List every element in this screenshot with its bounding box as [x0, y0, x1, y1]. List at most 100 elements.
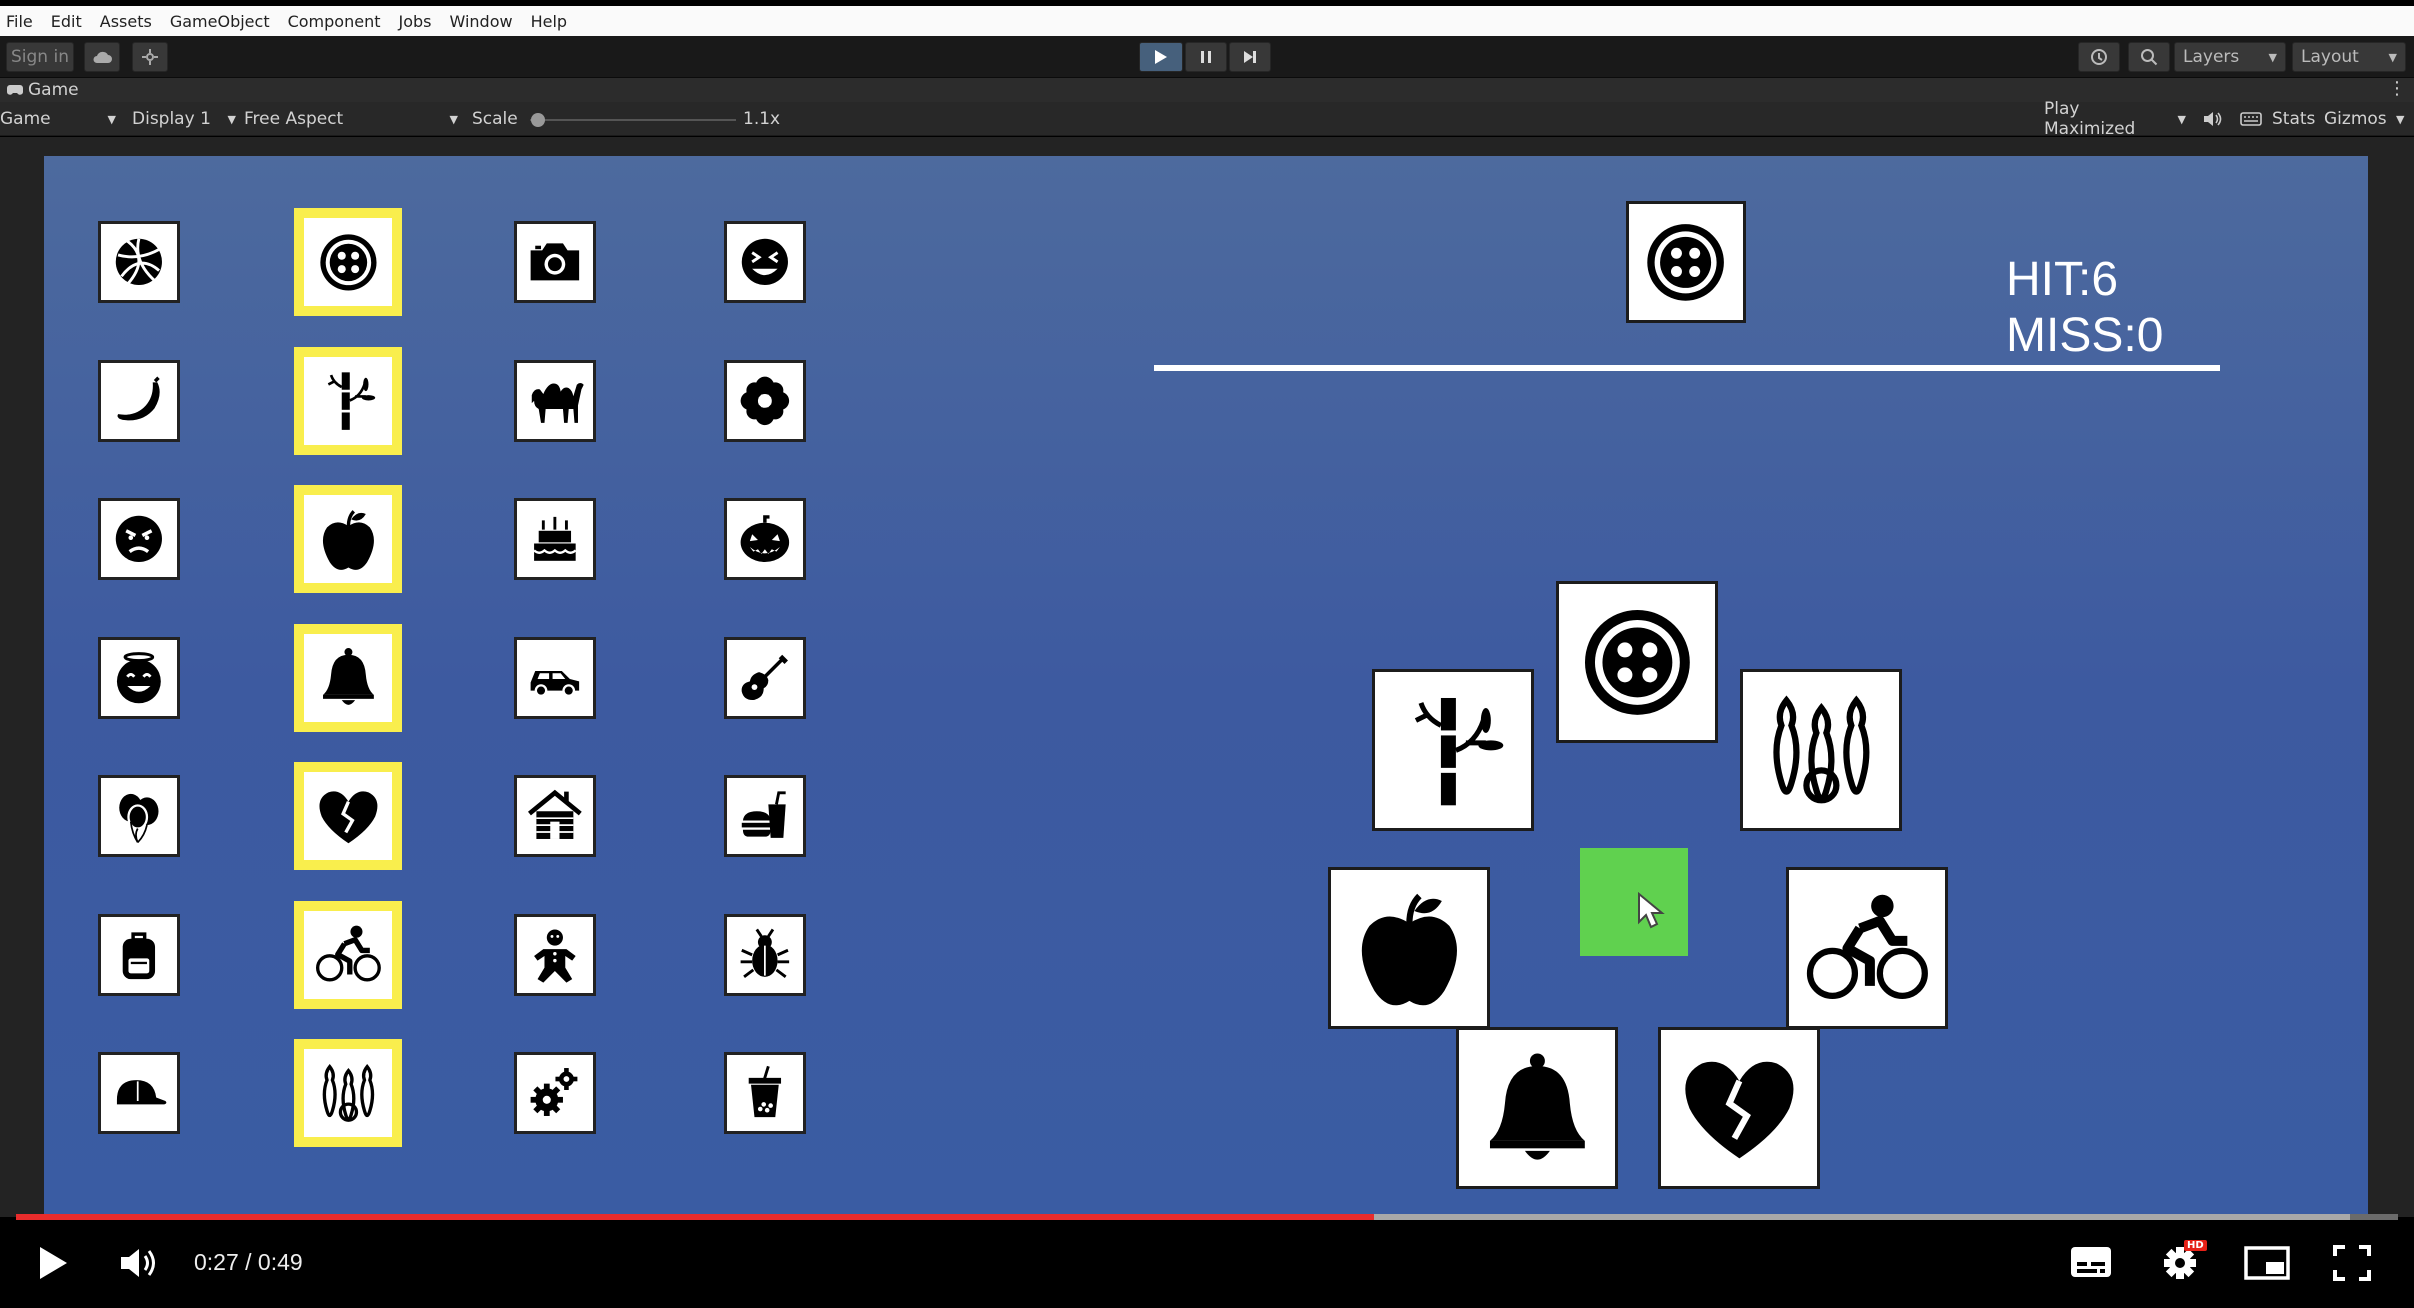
- ring-tile[interactable]: [1556, 581, 1718, 743]
- scale-slider-track[interactable]: [530, 119, 736, 121]
- banana-icon: [110, 372, 168, 430]
- apple-icon: [1347, 886, 1472, 1011]
- tab-game-label: Game: [28, 80, 79, 100]
- pause-button[interactable]: [1185, 42, 1227, 72]
- menu-gameobject[interactable]: GameObject: [164, 12, 282, 31]
- stats-button[interactable]: Stats: [2272, 107, 2315, 131]
- grid-tile[interactable]: [514, 1052, 596, 1134]
- grid-tile[interactable]: [724, 359, 806, 442]
- grid-tile[interactable]: [514, 913, 596, 996]
- scale-slider-handle[interactable]: [531, 113, 545, 127]
- cake-icon: [526, 510, 584, 568]
- step-button[interactable]: [1229, 42, 1271, 72]
- keyboard-icon[interactable]: [2240, 107, 2262, 131]
- scale-value: 1.1x: [743, 109, 781, 129]
- volume-icon[interactable]: [118, 1244, 158, 1286]
- grid-tile[interactable]: [514, 221, 596, 303]
- subtitles-icon[interactable]: [2070, 1246, 2112, 1282]
- bamboo-icon: [1391, 688, 1516, 813]
- menu-assets[interactable]: Assets: [94, 12, 164, 31]
- chevron-down-icon: ▼: [449, 112, 458, 126]
- grid-tile[interactable]: [724, 1052, 806, 1134]
- grid-tile[interactable]: [514, 498, 596, 580]
- grid-tile[interactable]: [724, 221, 806, 303]
- mute-audio-icon[interactable]: [2202, 107, 2222, 131]
- chevron-down-icon: ▼: [2177, 112, 2186, 126]
- grid-tile[interactable]: [294, 346, 402, 455]
- grid-tile[interactable]: [724, 913, 806, 996]
- chevron-down-icon[interactable]: ▼: [2396, 107, 2404, 131]
- grid-tile[interactable]: [294, 485, 402, 593]
- ring-tile[interactable]: [1328, 867, 1490, 1029]
- grid-tile[interactable]: [294, 208, 402, 316]
- green-cursor-square[interactable]: [1580, 848, 1688, 956]
- bell-icon: [315, 644, 382, 711]
- display-dropdown[interactable]: Display 1 ▼: [132, 107, 236, 131]
- ring-tile[interactable]: [1456, 1027, 1618, 1189]
- display-label: Display 1: [132, 109, 211, 129]
- cyclist-icon: [1805, 886, 1930, 1011]
- menu-component[interactable]: Component: [282, 12, 393, 31]
- camel-icon: [526, 372, 584, 430]
- layout-dropdown[interactable]: Layout ▼: [2292, 42, 2406, 72]
- menu-help[interactable]: Help: [525, 12, 579, 31]
- fast-food-icon: [736, 787, 794, 845]
- play-icon[interactable]: [36, 1244, 70, 1286]
- gizmos-button[interactable]: Gizmos: [2324, 107, 2387, 131]
- target-icon-card: [1626, 201, 1746, 323]
- gingerbread-icon: [526, 926, 584, 984]
- grid-tile[interactable]: [98, 221, 180, 303]
- grid-tile[interactable]: [294, 900, 402, 1009]
- ring-tile[interactable]: [1372, 669, 1534, 831]
- car-icon: [526, 649, 584, 707]
- grid-tile[interactable]: [98, 913, 180, 996]
- gamepad-icon: [7, 85, 23, 95]
- grid-tile[interactable]: [98, 498, 180, 580]
- grid-tile[interactable]: [98, 359, 180, 442]
- grid-tile[interactable]: [724, 498, 806, 580]
- grid-tile[interactable]: [294, 762, 402, 870]
- layers-dropdown[interactable]: Layers ▼: [2174, 42, 2286, 72]
- game-toolbar: Game ▼ Display 1 ▼ Free Aspect ▼ Scale 1.1x…: [0, 99, 2414, 139]
- broken-heart-icon: [1677, 1046, 1802, 1171]
- grid-tile[interactable]: [514, 359, 596, 442]
- menu-window[interactable]: Window: [443, 12, 524, 31]
- search-icon[interactable]: [2128, 42, 2170, 72]
- menu-jobs[interactable]: Jobs: [392, 12, 443, 31]
- history-icon[interactable]: [2078, 42, 2120, 72]
- tab-game[interactable]: Game: [6, 80, 79, 100]
- game-view: HIT:6 MISS:0: [0, 137, 2414, 1217]
- grid-tile[interactable]: [724, 775, 806, 857]
- flower-icon: [736, 372, 794, 430]
- settings-icon[interactable]: HD: [2160, 1240, 2207, 1286]
- play-button[interactable]: [1139, 42, 1183, 72]
- video-progress-bar[interactable]: [16, 1214, 2398, 1220]
- grid-tile[interactable]: [724, 636, 806, 719]
- fullscreen-icon[interactable]: [2332, 1244, 2372, 1286]
- miniplayer-icon[interactable]: [2244, 1246, 2290, 1284]
- ring-tile[interactable]: [1658, 1027, 1820, 1189]
- cloud-icon[interactable]: [84, 42, 120, 72]
- sign-in-button[interactable]: Sign in: [6, 42, 74, 72]
- ring-tile[interactable]: [1786, 867, 1948, 1029]
- ring-tile[interactable]: [1740, 669, 1902, 831]
- grid-tile[interactable]: [514, 636, 596, 719]
- collab-icon[interactable]: [132, 42, 168, 72]
- grid-tile[interactable]: [514, 775, 596, 857]
- aspect-label: Free Aspect: [244, 109, 344, 129]
- grid-tile[interactable]: [98, 775, 180, 857]
- angel-face-icon: [110, 649, 168, 707]
- grid-tile[interactable]: [98, 636, 180, 719]
- grid-tile[interactable]: [98, 1052, 180, 1134]
- kebab-menu-icon[interactable]: ⋮: [2388, 78, 2406, 99]
- menu-edit[interactable]: Edit: [45, 12, 94, 31]
- guitar-icon: [736, 649, 794, 707]
- menu-file[interactable]: File: [0, 12, 45, 31]
- grid-tile[interactable]: [294, 1039, 402, 1147]
- grid-tile[interactable]: [294, 623, 402, 732]
- aspect-dropdown[interactable]: Free Aspect ▼: [244, 107, 458, 131]
- play-mode-dropdown[interactable]: Play Maximized ▼: [2044, 99, 2186, 139]
- view-dropdown[interactable]: Game ▼: [0, 107, 116, 131]
- layout-label: Layout: [2301, 47, 2359, 67]
- view-label: Game: [0, 109, 51, 129]
